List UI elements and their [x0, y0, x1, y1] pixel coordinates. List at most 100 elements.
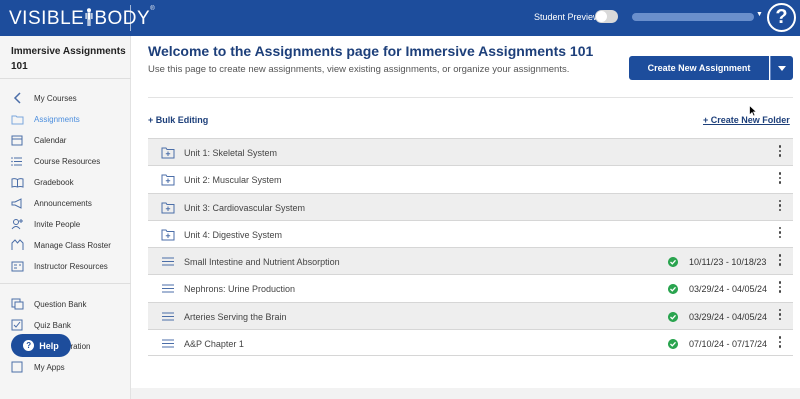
course-name: Immersive Assignments 101	[11, 46, 126, 72]
folder-icon	[10, 112, 24, 126]
sidebar-item-question-bank[interactable]: Question Bank	[10, 295, 128, 313]
sidebar-item-label: Assignments	[34, 114, 80, 124]
folder-row[interactable]: Unit 1: Skeletal System	[148, 138, 793, 166]
help-button[interactable]: ? Help	[11, 334, 71, 357]
sidebar-item-label: My Apps	[34, 362, 65, 372]
user-caret-icon[interactable]: ▼	[756, 11, 763, 18]
folder-row[interactable]: Unit 4: Digestive System	[148, 219, 793, 247]
assignment-row[interactable]: Small Intestine and Nutrient Absorption …	[148, 247, 793, 275]
assignment-row[interactable]: Arteries Serving the Brain 03/29/24 - 04…	[148, 301, 793, 330]
student-preview-toggle[interactable]	[595, 10, 618, 23]
list-icon	[10, 154, 24, 168]
top-header: VISIBLE BODY® Student Preview ▼ ?	[0, 0, 800, 36]
folder-plus-icon[interactable]	[161, 228, 175, 241]
sidebar-item-gradebook[interactable]: Gradebook	[10, 173, 128, 191]
sidebar-item-announcements[interactable]: Announcements	[10, 194, 128, 212]
sidebar-item-instructor-resources[interactable]: Instructor Resources	[10, 257, 128, 275]
published-check-icon	[668, 257, 678, 268]
assignment-name[interactable]: Small Intestine and Nutrient Absorption	[184, 257, 340, 267]
sidebar-item-calendar[interactable]: Calendar	[10, 131, 128, 149]
sidebar-item-label: Announcements	[34, 198, 92, 208]
assignment-name[interactable]: Nephrons: Urine Production	[184, 284, 295, 294]
body-figure-icon	[85, 8, 93, 26]
visible-body-logo[interactable]: VISIBLE BODY®	[9, 6, 155, 30]
create-new-assignment-button[interactable]: Create New Assignment	[629, 56, 769, 80]
kebab-menu-icon[interactable]	[778, 145, 782, 159]
kebab-menu-icon[interactable]	[778, 199, 782, 214]
page-title: Welcome to the Assignments page for Imme…	[148, 43, 594, 59]
mouse-cursor-icon	[749, 105, 757, 117]
user-menu[interactable]	[632, 13, 754, 21]
folder-plus-icon[interactable]	[161, 201, 175, 214]
folder-row[interactable]: Unit 3: Cardiovascular System	[148, 192, 793, 220]
kebab-menu-icon[interactable]	[778, 172, 782, 186]
sidebar-item-label: Invite People	[34, 219, 81, 229]
sidebar-item-label: Quiz Bank	[34, 320, 71, 330]
published-check-icon	[668, 339, 678, 350]
logo-divider	[130, 5, 131, 31]
calendar-icon	[10, 133, 24, 147]
folder-plus-icon[interactable]	[161, 146, 175, 159]
sidebar-divider	[0, 283, 131, 284]
kebab-menu-icon[interactable]	[778, 336, 782, 350]
sidebar-item-label: Instructor Resources	[34, 261, 108, 271]
assignment-name[interactable]: A&P Chapter 1	[184, 339, 244, 349]
chevron-left-icon	[10, 91, 24, 105]
apps-icon	[10, 360, 24, 374]
sidebar-item-assignments[interactable]: Assignments	[10, 110, 128, 128]
assignment-dates: 03/29/24 - 04/05/24	[689, 311, 768, 322]
sidebar-item-course-resources[interactable]: Course Resources	[10, 152, 128, 170]
drag-handle-icon[interactable]	[161, 337, 175, 350]
bottom-scroll-area	[131, 388, 800, 399]
megaphone-icon	[10, 196, 24, 210]
folder-name[interactable]: Unit 4: Digestive System	[184, 230, 282, 240]
sidebar-item-label: Question Bank	[34, 299, 87, 309]
assignments-table: Unit 1: Skeletal System Unit 2: Muscular…	[148, 138, 793, 357]
assignment-dates: 10/11/23 - 10/18/23	[689, 257, 767, 268]
assignment-row[interactable]: A&P Chapter 1 07/10/24 - 07/17/24	[148, 329, 793, 357]
sidebar-item-label: Gradebook	[34, 177, 74, 187]
sidebar-item-manage-class-roster[interactable]: Manage Class Roster	[10, 236, 128, 254]
assignment-dates: 03/29/24 - 04/05/24	[689, 284, 768, 295]
create-new-folder-link[interactable]: + Create New Folder	[703, 115, 790, 125]
published-check-icon	[668, 311, 678, 322]
sidebar-item-label: Manage Class Roster	[34, 240, 111, 250]
drag-handle-icon[interactable]	[161, 310, 175, 323]
assignment-dates: 07/10/24 - 07/17/24	[689, 339, 768, 350]
kebab-menu-icon[interactable]	[778, 281, 782, 295]
folder-name[interactable]: Unit 2: Muscular System	[184, 175, 282, 185]
folder-plus-icon[interactable]	[161, 173, 175, 186]
bulk-editing-link[interactable]: + Bulk Editing	[148, 115, 208, 125]
create-options-dropdown[interactable]	[770, 56, 793, 80]
sidebar-item-my-courses[interactable]: My Courses	[10, 89, 128, 107]
student-preview-label: Student Preview	[534, 12, 600, 22]
assignment-name[interactable]: Arteries Serving the Brain	[184, 312, 287, 322]
drag-handle-icon[interactable]	[161, 255, 175, 268]
roster-icon	[10, 238, 24, 252]
drag-handle-icon[interactable]	[161, 282, 175, 295]
folder-name[interactable]: Unit 1: Skeletal System	[184, 148, 277, 158]
folder-row[interactable]: Unit 2: Muscular System	[148, 165, 793, 192]
checkbox-icon	[10, 318, 24, 332]
sidebar-divider	[0, 78, 131, 79]
help-icon[interactable]: ?	[767, 3, 796, 32]
help-button-label: Help	[39, 340, 59, 351]
sidebar-item-label: My Courses	[34, 93, 77, 103]
sidebar-item-label: Calendar	[34, 135, 67, 145]
chevron-down-icon	[778, 65, 786, 71]
copy-icon	[10, 297, 24, 311]
kebab-menu-icon[interactable]	[778, 308, 782, 323]
book-icon	[10, 175, 24, 189]
kebab-menu-icon[interactable]	[778, 226, 782, 241]
published-check-icon	[668, 284, 678, 295]
assignment-row[interactable]: Nephrons: Urine Production 03/29/24 - 04…	[148, 274, 793, 301]
sidebar-item-invite-people[interactable]: Invite People	[10, 215, 128, 233]
sidebar-item-quiz-bank[interactable]: Quiz Bank	[10, 316, 128, 334]
page-subtitle: Use this page to create new assignments,…	[148, 64, 570, 75]
kebab-menu-icon[interactable]	[778, 254, 782, 268]
toggle-knob	[596, 11, 607, 22]
sidebar-item-label: Course Resources	[34, 156, 101, 166]
folder-name[interactable]: Unit 3: Cardiovascular System	[184, 203, 305, 213]
sidebar-item-my-apps[interactable]: My Apps	[10, 358, 128, 376]
add-person-icon	[10, 217, 24, 231]
